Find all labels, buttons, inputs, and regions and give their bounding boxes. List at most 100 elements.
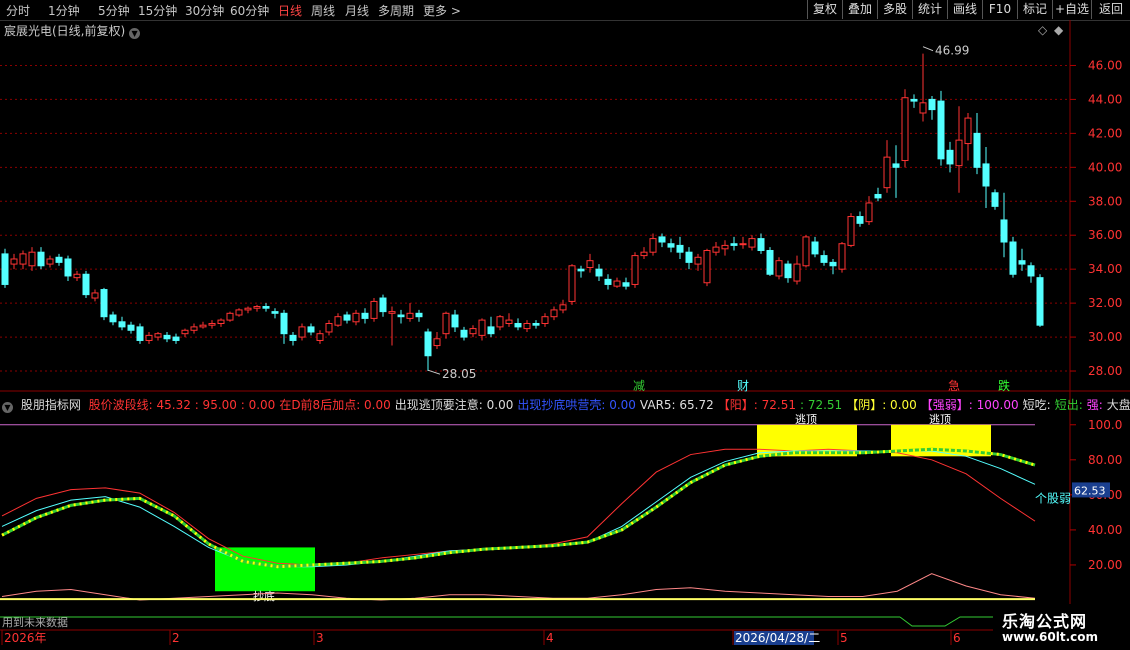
indicator-name: 股朋指标网 — [20, 398, 81, 412]
indicator-item: 强: — [1086, 398, 1103, 412]
low-pointer — [427, 369, 441, 375]
diamond-filled-icon: ◆ — [1054, 23, 1064, 37]
candle-body — [928, 98, 936, 111]
candle-body — [478, 319, 486, 336]
candle-body — [982, 163, 990, 187]
candle-body — [991, 192, 999, 207]
candle-body — [190, 326, 198, 331]
candle-body — [550, 309, 558, 318]
chart-canvas[interactable]: 46.00 44.00 42.00 40.00 38.00 36.00 34.00 32.00… — [0, 0, 1130, 650]
candle-body — [892, 163, 900, 168]
candle-body — [685, 251, 693, 263]
candle-body — [622, 282, 630, 287]
time-axis-label: 6 — [953, 631, 961, 645]
candle-body — [217, 319, 225, 324]
indicator-green-line — [1, 447, 1036, 569]
candle-body — [100, 289, 108, 318]
indicator-item: 【强弱】: 100.00 — [920, 398, 1019, 412]
candle-body — [343, 314, 351, 321]
time-axis-label: 2026年 — [4, 631, 47, 645]
candle-body — [541, 316, 549, 324]
indicator-item: : 72.51 — [799, 398, 843, 412]
candle-body — [145, 334, 153, 341]
candle-body — [289, 334, 297, 341]
indicator-tick-label: 20.00 — [1088, 558, 1122, 572]
price-tick-label: 36.00 — [1088, 228, 1122, 242]
candle-body — [280, 312, 288, 335]
time-axis-label: 2026/04/28/二 — [735, 631, 820, 645]
indicator-item: 出现逃顶要注意: 0.00 — [394, 398, 514, 412]
candle-body — [1018, 260, 1026, 265]
event-marker: 急 — [948, 378, 960, 393]
candle-body — [901, 97, 909, 162]
indicator-item: 短出: — [1054, 398, 1083, 412]
indicator-item: VAR5: 65.72 — [639, 398, 714, 412]
candle-body — [919, 102, 927, 114]
candle-body — [271, 311, 279, 314]
indicator-item: 【阳】: 72.51 — [717, 398, 796, 412]
current-value-label: 62.53 — [1074, 484, 1106, 497]
candle-body — [856, 216, 864, 224]
indicator-item: 【阴】: 0.00 — [846, 398, 917, 412]
candle-body — [523, 322, 531, 330]
candle-body — [442, 312, 450, 335]
candle-body — [766, 249, 774, 275]
price-tick-label: 32.00 — [1088, 296, 1122, 310]
candle-body — [397, 314, 405, 318]
candle-body — [1000, 219, 1008, 243]
candle-body — [262, 306, 270, 309]
candle-body — [451, 314, 459, 328]
candle-body — [235, 309, 243, 316]
candle-body — [739, 243, 747, 246]
price-tick-label: 38.00 — [1088, 194, 1122, 208]
price-tick-label: 42.00 — [1088, 126, 1122, 140]
signal-box-label: 逃顶 — [929, 413, 951, 426]
candle-body — [109, 314, 117, 323]
candle-body — [829, 261, 837, 267]
candle-body — [136, 326, 144, 341]
signal-box-label: 逃顶 — [795, 413, 817, 426]
candle-body — [370, 300, 378, 319]
candle-body — [91, 292, 99, 299]
high-price-label: 46.99 — [935, 44, 969, 58]
time-axis-label: 5 — [840, 631, 848, 645]
candle-body — [937, 100, 945, 160]
candle-body — [784, 263, 792, 279]
indicator-item: 出现抄底哄营壳: 0.00 — [517, 398, 636, 412]
candle-body — [802, 236, 810, 267]
price-tick-label: 40.00 — [1088, 160, 1122, 174]
watermark-line1: 乐淘公式网 — [1002, 612, 1088, 631]
candle-body — [883, 156, 891, 189]
candle-body — [298, 326, 306, 338]
candle-body — [757, 238, 765, 251]
candle-body — [379, 297, 387, 313]
candle-body — [469, 328, 477, 335]
candle-body — [433, 338, 441, 347]
candle-body — [568, 265, 576, 302]
event-marker: 跌 — [998, 378, 1010, 393]
candle-body — [64, 258, 72, 277]
candle-body — [640, 251, 648, 257]
candle-body — [811, 241, 819, 255]
candle-body — [703, 249, 711, 284]
candle-body — [388, 311, 396, 314]
candle-body — [172, 336, 180, 341]
candle-body — [487, 326, 495, 335]
candle-body — [1009, 241, 1017, 275]
candle-body — [667, 243, 675, 248]
indicator-small-red-line — [1, 573, 1036, 601]
price-tick-label: 34.00 — [1088, 262, 1122, 276]
candle-body — [406, 312, 414, 319]
time-axis-label: 3 — [316, 631, 324, 645]
candle-body — [595, 268, 603, 277]
candle-body — [532, 322, 540, 326]
candle-body — [208, 322, 216, 326]
candle-body — [955, 139, 963, 167]
candle-body — [820, 255, 828, 263]
event-marker: 财 — [737, 379, 749, 393]
candle-body — [10, 258, 18, 265]
series-label: 个股弱 — [1035, 491, 1071, 505]
time-axis-label: 4 — [546, 631, 554, 645]
chevron-down-icon[interactable]: ▼ — [2, 402, 13, 413]
high-pointer — [922, 46, 934, 52]
